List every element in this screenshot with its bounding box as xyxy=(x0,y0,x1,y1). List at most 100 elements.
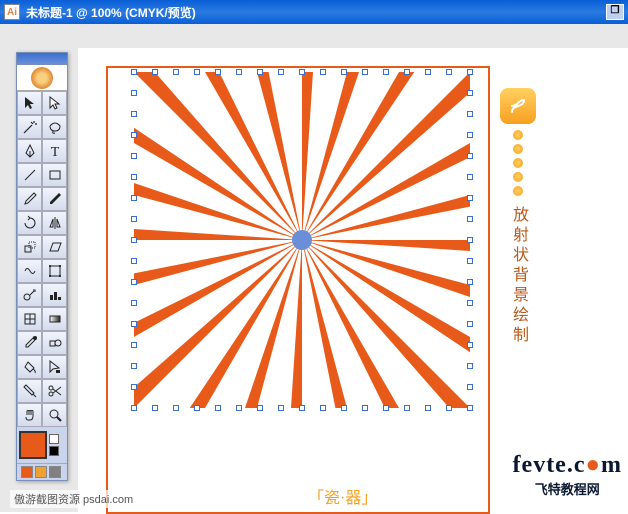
selection-handle[interactable] xyxy=(173,405,179,411)
selection-handle[interactable] xyxy=(467,216,473,222)
selection-handle[interactable] xyxy=(467,237,473,243)
shear-tool[interactable] xyxy=(42,235,67,259)
selection-handle[interactable] xyxy=(467,174,473,180)
default-fill-stroke[interactable] xyxy=(49,434,59,444)
zoom-tool[interactable] xyxy=(42,403,67,427)
selection-handle[interactable] xyxy=(131,153,137,159)
restore-window-button[interactable]: ❐ xyxy=(606,4,624,20)
selection-handle[interactable] xyxy=(467,405,473,411)
symbol-sprayer-tool[interactable] xyxy=(17,283,42,307)
selection-handle[interactable] xyxy=(425,405,431,411)
selection-handle[interactable] xyxy=(467,195,473,201)
selection-handle[interactable] xyxy=(446,405,452,411)
live-paint-bucket-tool[interactable] xyxy=(17,355,42,379)
swap-fill-stroke[interactable] xyxy=(49,446,59,456)
pen-tool[interactable] xyxy=(17,139,42,163)
selection-handle[interactable] xyxy=(215,69,221,75)
selection-handle[interactable] xyxy=(236,69,242,75)
scissors-tool[interactable] xyxy=(42,379,67,403)
selection-handle[interactable] xyxy=(257,405,263,411)
selection-handle[interactable] xyxy=(383,69,389,75)
magic-wand-tool[interactable] xyxy=(17,115,42,139)
fill-color-swatch[interactable] xyxy=(19,431,47,459)
selection-handle[interactable] xyxy=(131,195,137,201)
mode-swatch[interactable] xyxy=(21,466,33,478)
reflect-tool[interactable] xyxy=(42,211,67,235)
selection-handle[interactable] xyxy=(131,90,137,96)
rotate-tool[interactable] xyxy=(17,211,42,235)
type-tool[interactable]: T xyxy=(42,139,67,163)
warp-tool[interactable] xyxy=(17,259,42,283)
selection-handle[interactable] xyxy=(278,405,284,411)
selection-handle[interactable] xyxy=(362,69,368,75)
live-paint-selection-tool[interactable] xyxy=(42,355,67,379)
gradient-tool[interactable] xyxy=(42,307,67,331)
fill-stroke-controls[interactable] xyxy=(17,427,67,463)
rectangle-tool[interactable] xyxy=(42,163,67,187)
selection-handle[interactable] xyxy=(467,111,473,117)
selection-handle[interactable] xyxy=(131,69,137,75)
blend-tool[interactable] xyxy=(42,331,67,355)
selection-handle[interactable] xyxy=(173,69,179,75)
selection-handle[interactable] xyxy=(236,405,242,411)
mode-swatch[interactable] xyxy=(35,466,47,478)
selection-handle[interactable] xyxy=(131,342,137,348)
selection-handle[interactable] xyxy=(341,69,347,75)
selection-handle[interactable] xyxy=(362,405,368,411)
paintbrush-tool[interactable] xyxy=(17,187,42,211)
selection-tool[interactable] xyxy=(17,91,42,115)
eyedropper-tool[interactable] xyxy=(17,331,42,355)
starburst-artwork[interactable] xyxy=(134,72,470,408)
selection-handle[interactable] xyxy=(341,405,347,411)
selection-handle[interactable] xyxy=(131,384,137,390)
selection-handle[interactable] xyxy=(131,258,137,264)
column-graph-tool[interactable] xyxy=(42,283,67,307)
selection-handle[interactable] xyxy=(131,363,137,369)
selection-handle[interactable] xyxy=(131,237,137,243)
selection-handle[interactable] xyxy=(383,405,389,411)
toolbox-header[interactable] xyxy=(17,53,67,65)
selection-handle[interactable] xyxy=(131,321,137,327)
selection-handle[interactable] xyxy=(194,69,200,75)
selection-handle[interactable] xyxy=(131,279,137,285)
selection-handle[interactable] xyxy=(152,69,158,75)
selection-handle[interactable] xyxy=(299,405,305,411)
selection-handle[interactable] xyxy=(467,258,473,264)
slice-tool[interactable] xyxy=(17,379,42,403)
mode-swatch[interactable] xyxy=(49,466,61,478)
selection-handle[interactable] xyxy=(404,405,410,411)
mesh-tool[interactable] xyxy=(17,307,42,331)
selection-handle[interactable] xyxy=(467,363,473,369)
selection-handle[interactable] xyxy=(152,405,158,411)
selection-handle[interactable] xyxy=(467,300,473,306)
selection-handle[interactable] xyxy=(131,174,137,180)
selection-handle[interactable] xyxy=(404,69,410,75)
selection-handle[interactable] xyxy=(467,90,473,96)
selection-handle[interactable] xyxy=(299,69,305,75)
selection-handle[interactable] xyxy=(425,69,431,75)
selection-handle[interactable] xyxy=(131,300,137,306)
selection-handle[interactable] xyxy=(320,69,326,75)
free-transform-tool[interactable] xyxy=(42,259,67,283)
selection-handle[interactable] xyxy=(215,405,221,411)
scale-tool[interactable] xyxy=(17,235,42,259)
selection-handle[interactable] xyxy=(467,69,473,75)
hand-tool[interactable] xyxy=(17,403,42,427)
pencil-tool[interactable] xyxy=(42,187,67,211)
selection-handle[interactable] xyxy=(467,342,473,348)
selection-handle[interactable] xyxy=(320,405,326,411)
selection-handle[interactable] xyxy=(467,384,473,390)
selection-handle[interactable] xyxy=(131,405,137,411)
selection-handle[interactable] xyxy=(131,132,137,138)
selection-handle[interactable] xyxy=(467,153,473,159)
line-segment-tool[interactable] xyxy=(17,163,42,187)
selection-handle[interactable] xyxy=(467,279,473,285)
selection-handle[interactable] xyxy=(467,132,473,138)
lasso-tool[interactable] xyxy=(42,115,67,139)
selection-handle[interactable] xyxy=(446,69,452,75)
selection-handle[interactable] xyxy=(131,111,137,117)
selection-handle[interactable] xyxy=(467,321,473,327)
selection-handle[interactable] xyxy=(194,405,200,411)
selection-handle[interactable] xyxy=(278,69,284,75)
selection-handle[interactable] xyxy=(131,216,137,222)
